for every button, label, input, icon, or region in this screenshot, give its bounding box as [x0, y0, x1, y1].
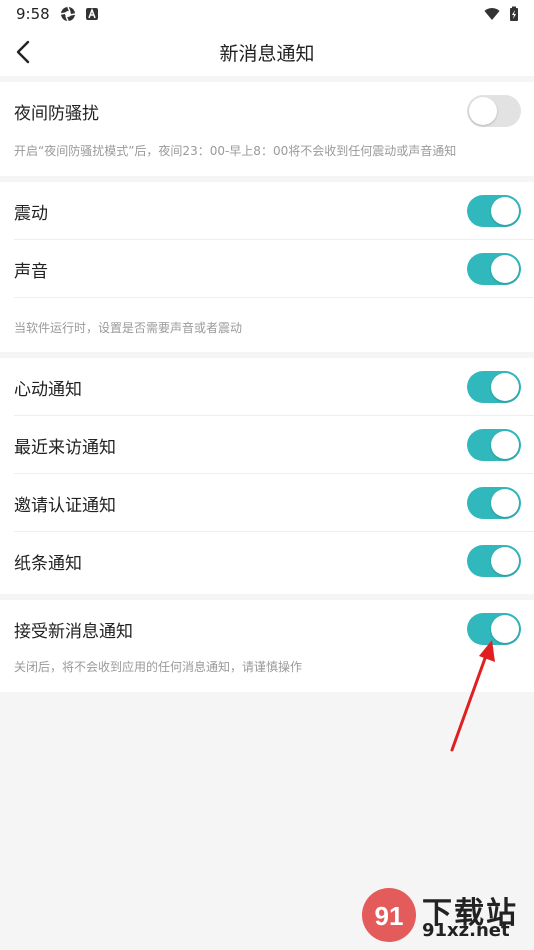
watermark: 91 下载站 91xz.net: [360, 886, 530, 946]
alerts-section: 震动 声音 当软件运行时，设置是否需要声音或者震动: [0, 182, 534, 352]
setting-row-note: 纸条通知: [0, 532, 534, 590]
setting-label: 心动通知: [14, 380, 82, 400]
app-bar: 新消息通知: [0, 28, 534, 76]
vibration-toggle[interactable]: [467, 195, 521, 227]
alerts-hint: 当软件运行时，设置是否需要声音或者震动: [14, 321, 243, 335]
note-notification-toggle[interactable]: [467, 545, 521, 577]
heartbeat-notification-toggle[interactable]: [467, 371, 521, 403]
toggle-knob: [491, 431, 519, 459]
app-notification-icon: [86, 7, 98, 20]
page-title: 新消息通知: [219, 43, 315, 65]
setting-row-sound: 声音: [0, 240, 534, 298]
setting-row-recent-visitors: 最近来访通知: [0, 416, 534, 474]
invite-verification-toggle[interactable]: [467, 487, 521, 519]
watermark-url: 91xz.net: [422, 920, 510, 941]
setting-label: 震动: [14, 204, 48, 224]
toggle-knob: [491, 373, 519, 401]
night-mode-hint: 开启“夜间防骚扰模式”后，夜间23：00-早上8：00将不会收到任何震动或声音通…: [14, 144, 457, 158]
sound-toggle[interactable]: [467, 253, 521, 285]
setting-label: 接受新消息通知: [14, 622, 133, 642]
toggle-knob: [491, 547, 519, 575]
divider: [14, 297, 534, 298]
recent-visitors-toggle[interactable]: [467, 429, 521, 461]
watermark-logo-icon: 91: [362, 888, 416, 942]
aperture-icon: [60, 6, 76, 22]
setting-label: 夜间防骚扰: [14, 104, 99, 124]
setting-label: 纸条通知: [14, 554, 82, 574]
receive-hint: 关闭后，将不会收到应用的任何消息通知，请谨慎操作: [14, 660, 303, 674]
night-mode-toggle[interactable]: [467, 95, 521, 127]
svg-text:91: 91: [375, 901, 404, 931]
notifications-section: 心动通知 最近来访通知 邀请认证通知 纸条通知: [0, 358, 534, 594]
battery-icon: [510, 6, 518, 21]
night-mode-section: 夜间防骚扰 开启“夜间防骚扰模式”后，夜间23：00-早上8：00将不会收到任何…: [0, 82, 534, 176]
setting-row-night-mode: 夜间防骚扰: [0, 82, 534, 140]
wifi-icon: [484, 8, 500, 20]
annotation-arrow-icon: [450, 640, 495, 752]
setting-label: 邀请认证通知: [14, 496, 116, 516]
setting-row-vibration: 震动: [0, 182, 534, 240]
setting-label: 最近来访通知: [14, 438, 116, 458]
toggle-knob: [469, 97, 497, 125]
toggle-knob: [491, 197, 519, 225]
setting-row-heartbeat: 心动通知: [0, 358, 534, 416]
status-time: 9:58: [16, 5, 50, 23]
toggle-knob: [491, 255, 519, 283]
status-bar: 9:58: [0, 0, 534, 28]
setting-row-invite-verification: 邀请认证通知: [0, 474, 534, 532]
toggle-knob: [491, 489, 519, 517]
setting-label: 声音: [14, 262, 48, 282]
